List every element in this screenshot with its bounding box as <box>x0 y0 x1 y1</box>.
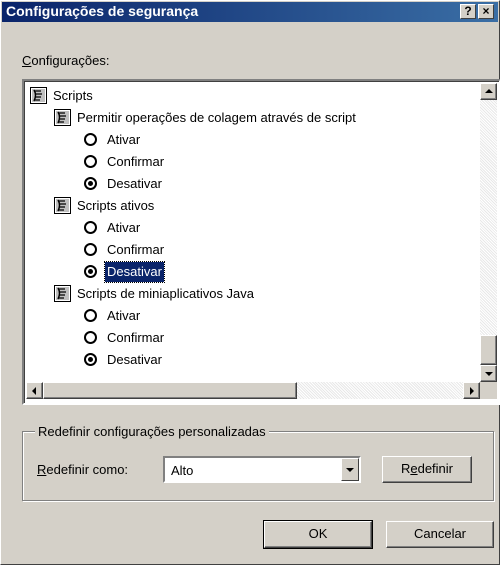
reset-button[interactable]: Redefinir <box>382 456 472 483</box>
option-label: Ativar <box>107 307 141 323</box>
tree-node-paste-operations[interactable]: Permitir operações de colagem através de… <box>54 107 358 129</box>
radio-button[interactable] <box>84 133 97 147</box>
option-label: Desativar <box>107 351 162 367</box>
radio-button[interactable] <box>84 155 97 169</box>
radio-option-confirmar[interactable]: Confirmar <box>84 239 166 261</box>
security-level-combo[interactable]: Alto <box>163 456 361 483</box>
radio-option-desativar-selected[interactable]: Desativar <box>84 260 165 283</box>
window-title: Configurações de segurança <box>6 3 199 19</box>
scroll-right-button[interactable] <box>463 382 480 399</box>
script-settings-icon <box>54 109 71 127</box>
radio-button[interactable] <box>84 243 97 257</box>
radio-button[interactable] <box>84 331 97 345</box>
scroll-left-button[interactable] <box>26 382 43 399</box>
radio-option-ativar[interactable]: Ativar <box>84 129 142 151</box>
script-settings-icon <box>54 285 71 303</box>
tree-node-label: Scripts de miniaplicativos Java <box>77 285 255 301</box>
tree-node-label: Scripts <box>53 87 93 103</box>
option-label: Confirmar <box>107 241 165 257</box>
radio-button-checked[interactable] <box>84 177 97 191</box>
radio-button[interactable] <box>84 309 97 323</box>
chevron-down-icon <box>346 468 354 472</box>
option-label: Desativar <box>107 175 162 191</box>
settings-label: Configurações: <box>22 53 110 68</box>
option-label: Confirmar <box>107 153 165 169</box>
tree-node-scripts[interactable]: Scripts <box>30 85 95 107</box>
radio-option-desativar[interactable]: Desativar <box>84 349 164 371</box>
scroll-up-button[interactable] <box>480 83 497 100</box>
close-button[interactable]: × <box>478 4 494 19</box>
script-settings-icon <box>54 197 71 215</box>
vertical-scrollbar[interactable] <box>480 83 497 382</box>
radio-option-ativar[interactable]: Ativar <box>84 217 142 239</box>
settings-tree[interactable]: Scripts Permitir operações de colagem at… <box>22 79 500 405</box>
radio-option-ativar[interactable]: Ativar <box>84 305 142 327</box>
vertical-scroll-thumb[interactable] <box>480 335 497 365</box>
reset-group-title: Redefinir configurações personalizadas <box>35 424 269 439</box>
arrow-up-icon <box>485 89 493 93</box>
radio-option-desativar[interactable]: Desativar <box>84 173 164 195</box>
help-button[interactable]: ? <box>460 4 476 19</box>
tree-node-label: Permitir operações de colagem através de… <box>77 109 356 125</box>
arrow-down-icon <box>485 372 493 376</box>
security-settings-dialog: Configurações de segurança ? × Configura… <box>0 0 500 565</box>
option-label: Ativar <box>107 131 141 147</box>
reset-to-label: Redefinir como: <box>37 462 129 477</box>
scrollbar-corner <box>480 382 497 399</box>
tree-node-label: Scripts ativos <box>77 197 155 213</box>
option-label-selected: Desativar <box>104 260 165 283</box>
tree-node-active-scripts[interactable]: Scripts ativos <box>54 195 156 217</box>
arrow-left-icon <box>32 387 36 395</box>
scroll-down-button[interactable] <box>480 365 497 382</box>
radio-option-confirmar[interactable]: Confirmar <box>84 151 166 173</box>
cancel-button[interactable]: Cancelar <box>386 521 494 548</box>
script-settings-icon <box>30 87 47 105</box>
title-bar[interactable]: Configurações de segurança ? × <box>2 2 498 22</box>
horizontal-scroll-thumb[interactable] <box>43 382 297 399</box>
option-label: Ativar <box>107 219 141 235</box>
horizontal-scrollbar[interactable] <box>26 382 480 399</box>
radio-button-checked[interactable] <box>84 265 97 279</box>
option-label: Confirmar <box>107 329 165 345</box>
radio-option-confirmar[interactable]: Confirmar <box>84 327 166 349</box>
combo-value: Alto <box>171 463 194 478</box>
ok-button[interactable]: OK <box>264 521 372 548</box>
radio-button[interactable] <box>84 221 97 235</box>
tree-node-java-applet-scripts[interactable]: Scripts de miniaplicativos Java <box>54 283 256 305</box>
combo-dropdown-button[interactable] <box>341 458 359 481</box>
arrow-right-icon <box>470 387 474 395</box>
radio-button-checked[interactable] <box>84 353 97 367</box>
